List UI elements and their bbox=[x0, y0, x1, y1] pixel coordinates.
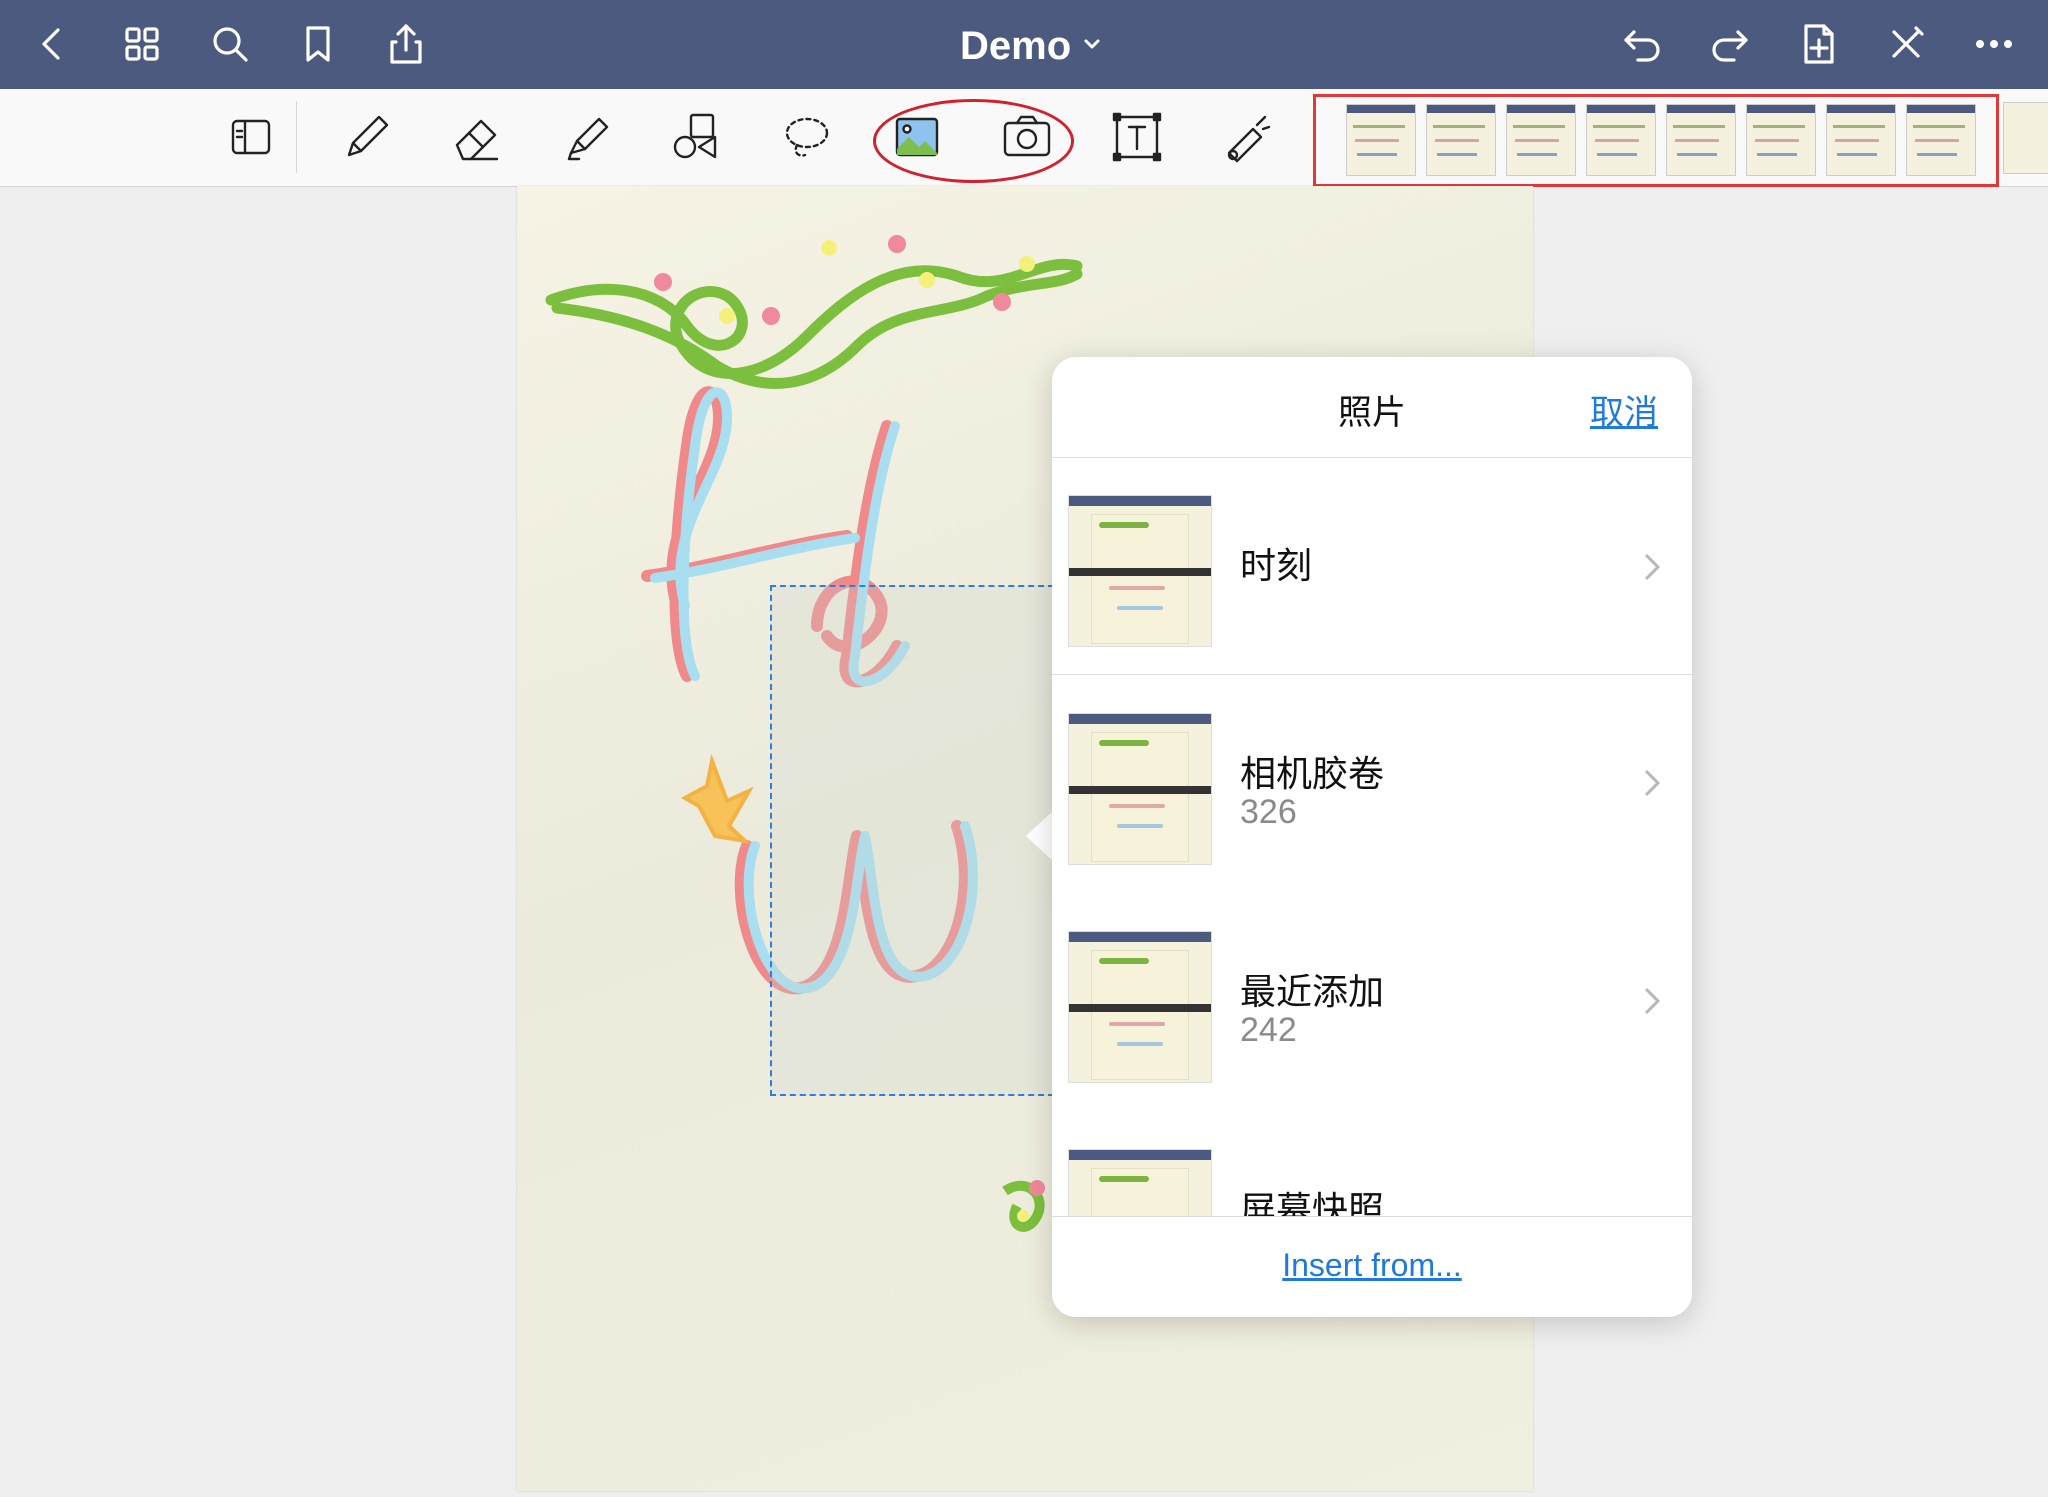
sparkle-decoration bbox=[680, 753, 754, 845]
bookmark-button[interactable] bbox=[288, 14, 348, 74]
back-icon bbox=[42, 28, 60, 60]
vine-decoration bbox=[545, 259, 1083, 389]
top-bar: Demo bbox=[0, 0, 2048, 89]
redo-button[interactable] bbox=[1700, 14, 1760, 74]
page-thumbnail-strip bbox=[1313, 94, 1999, 187]
album-thumbnail bbox=[1068, 713, 1212, 865]
laser-pointer-tool[interactable] bbox=[1215, 105, 1279, 169]
pen-icon bbox=[347, 115, 389, 157]
album-thumbnail bbox=[1068, 931, 1212, 1083]
add-page-icon bbox=[1804, 24, 1834, 64]
chevron-right-icon bbox=[1640, 763, 1664, 803]
album-thumbnail bbox=[1068, 495, 1212, 647]
toolbar-divider bbox=[296, 101, 297, 173]
album-count: 326 bbox=[1240, 793, 1297, 831]
pages-grid-button[interactable] bbox=[112, 14, 172, 74]
page-thumbnail[interactable] bbox=[1746, 104, 1816, 176]
undo-icon bbox=[1624, 30, 1660, 62]
highlighter-tool[interactable] bbox=[555, 105, 619, 169]
highlighter-icon bbox=[567, 117, 609, 161]
camera-tool[interactable] bbox=[995, 105, 1059, 169]
tool-bar bbox=[0, 89, 2048, 187]
album-row-moments[interactable]: 时刻 bbox=[1052, 457, 1692, 675]
search-icon bbox=[213, 27, 248, 62]
share-icon bbox=[390, 24, 422, 64]
page-thumbnail[interactable] bbox=[2003, 102, 2048, 174]
page-thumbnail[interactable] bbox=[1346, 104, 1416, 176]
document-title: Demo bbox=[960, 23, 1072, 68]
image-icon bbox=[895, 117, 939, 157]
cancel-button[interactable]: 取消 bbox=[1590, 385, 1658, 434]
lasso-icon bbox=[785, 117, 829, 157]
page-thumbnail[interactable] bbox=[1506, 104, 1576, 176]
more-button[interactable] bbox=[1964, 14, 2024, 74]
album-name: 时刻 bbox=[1240, 546, 1313, 587]
sidebar-toggle-button[interactable] bbox=[219, 105, 283, 169]
close-edit-button[interactable] bbox=[1876, 14, 1936, 74]
text-tool[interactable] bbox=[1105, 105, 1169, 169]
chevron-down-icon bbox=[1083, 35, 1101, 57]
redo-icon bbox=[1712, 30, 1748, 62]
bottom-vine-decoration bbox=[1002, 1180, 1045, 1232]
chevron-right-icon bbox=[1640, 547, 1664, 587]
eraser-icon bbox=[455, 119, 499, 161]
page-thumbnail[interactable] bbox=[1426, 104, 1496, 176]
shapes-tool[interactable] bbox=[665, 105, 729, 169]
more-icon bbox=[1976, 40, 2012, 48]
popover-arrow bbox=[1026, 810, 1054, 862]
sidebar-toggle-icon bbox=[231, 119, 271, 155]
add-page-button[interactable] bbox=[1788, 14, 1848, 74]
insert-from-link[interactable]: Insert from... bbox=[1052, 1247, 1692, 1284]
camera-icon bbox=[1003, 115, 1051, 157]
image-placeholder-selection[interactable] bbox=[770, 585, 1054, 1096]
album-name: 最近添加 bbox=[1240, 972, 1385, 1013]
grid-icon bbox=[125, 27, 159, 61]
popover-header: 照片 取消 bbox=[1052, 357, 1692, 458]
popover-footer: Insert from... bbox=[1052, 1216, 1692, 1317]
share-button[interactable] bbox=[376, 14, 436, 74]
undo-button[interactable] bbox=[1612, 14, 1672, 74]
page-thumbnail[interactable] bbox=[1666, 104, 1736, 176]
photos-popover: 照片 取消 时刻 相机胶卷 326 最近添加 242 屏幕快照 Insert f… bbox=[1052, 357, 1692, 1317]
pen-tool[interactable] bbox=[335, 105, 399, 169]
lasso-tool[interactable] bbox=[775, 105, 839, 169]
page-thumbnail[interactable] bbox=[1586, 104, 1656, 176]
page-thumbnail[interactable] bbox=[1906, 104, 1976, 176]
close-icon bbox=[1892, 26, 1924, 58]
chevron-right-icon bbox=[1640, 981, 1664, 1021]
album-count: 242 bbox=[1240, 1011, 1297, 1049]
album-row-camera-roll[interactable]: 相机胶卷 326 bbox=[1052, 675, 1692, 893]
bookmark-icon bbox=[306, 26, 330, 62]
page-thumbnail[interactable] bbox=[1826, 104, 1896, 176]
document-title-button[interactable]: Demo bbox=[960, 18, 1101, 74]
text-icon bbox=[1112, 112, 1162, 162]
album-row-recently-added[interactable]: 最近添加 242 bbox=[1052, 893, 1692, 1111]
album-name: 相机胶卷 bbox=[1240, 754, 1385, 795]
search-button[interactable] bbox=[200, 14, 260, 74]
laser-pointer-icon bbox=[1227, 115, 1271, 163]
image-tool[interactable] bbox=[885, 105, 949, 169]
eraser-tool[interactable] bbox=[445, 105, 509, 169]
shapes-icon bbox=[673, 113, 717, 159]
back-button[interactable] bbox=[22, 14, 82, 74]
